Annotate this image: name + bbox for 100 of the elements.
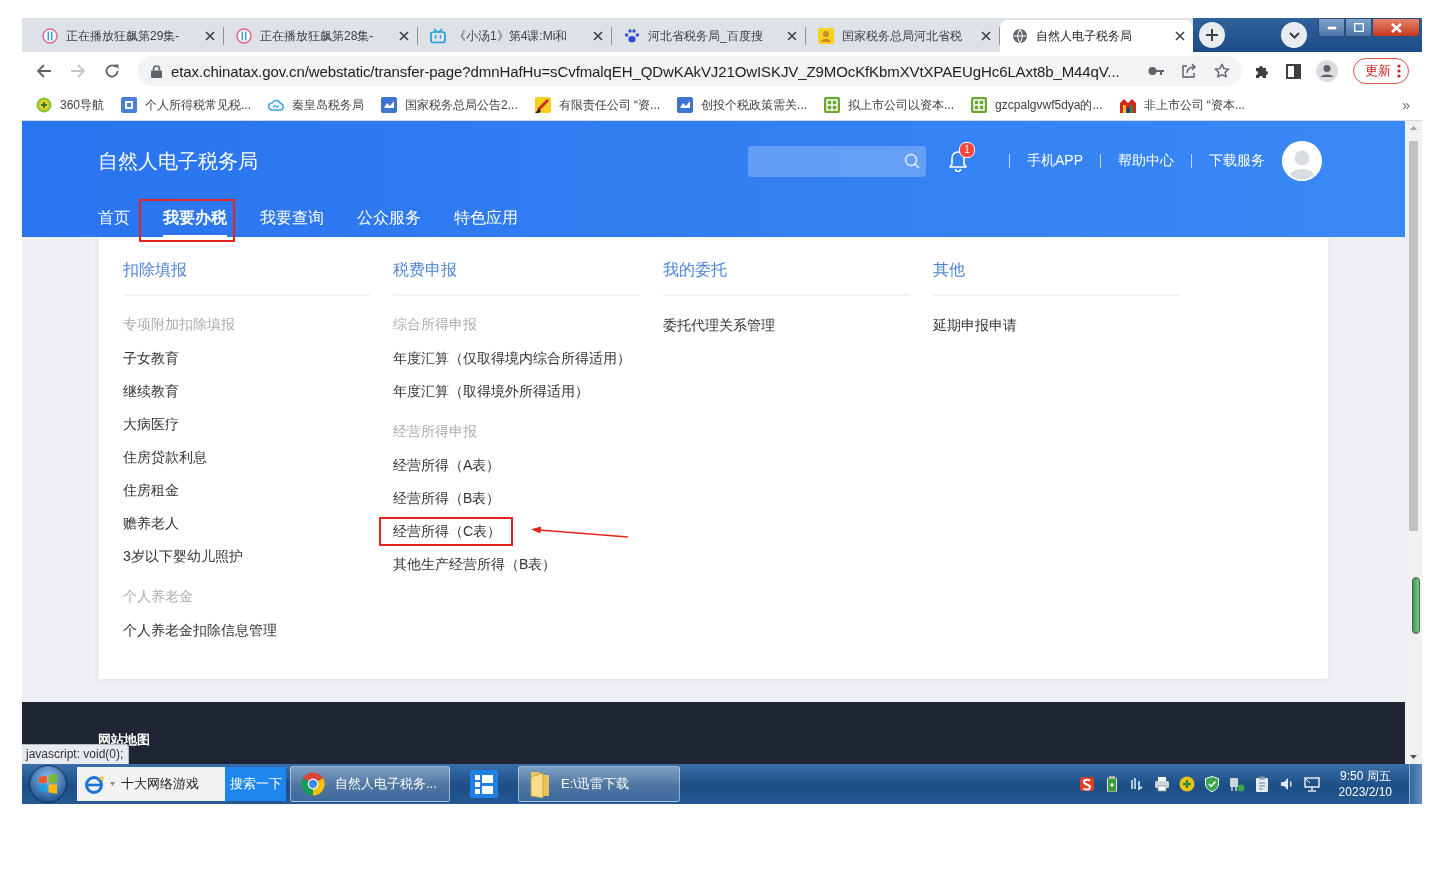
- menu-link[interactable]: 住房贷款利息: [123, 447, 207, 466]
- bookmark[interactable]: 国家税务总局公告2...: [381, 96, 518, 114]
- paw-icon: [624, 28, 640, 44]
- round-logo-icon: [236, 28, 252, 44]
- bookmark[interactable]: gzcpalgvwf5dya的...: [971, 96, 1103, 114]
- menu-link[interactable]: 经营所得（B表）: [393, 488, 501, 507]
- clock-time[interactable]: 9:50 周五: [1339, 768, 1391, 784]
- menu-link[interactable]: 子女教育: [123, 348, 179, 367]
- menu-link[interactable]: 经营所得（A表）: [393, 455, 501, 474]
- monitor-icon[interactable]: [1303, 776, 1320, 792]
- menu-link[interactable]: 赡养老人: [123, 513, 179, 532]
- bookmark[interactable]: 有限责任公司 “资...: [534, 96, 661, 114]
- maximize-icon: [1353, 23, 1364, 32]
- tile-icon: [971, 97, 988, 113]
- close-button[interactable]: [1372, 18, 1420, 37]
- search-button[interactable]: 搜索一下: [225, 767, 286, 801]
- building-icon: [1119, 97, 1136, 113]
- key-icon[interactable]: [1148, 66, 1164, 76]
- bookmark[interactable]: 360导航: [36, 96, 105, 114]
- close-icon[interactable]: [593, 31, 603, 41]
- column-title: 其他: [933, 237, 1180, 296]
- browser-tab[interactable]: 正在播放狂飙第28集-: [224, 20, 417, 52]
- group-heading: 专项附加扣除填报: [123, 315, 235, 334]
- scrollbar-track[interactable]: [1405, 121, 1422, 764]
- scrollbar-thumb[interactable]: [1409, 141, 1418, 531]
- clipboard-icon[interactable]: [1253, 776, 1270, 792]
- share-icon[interactable]: [1181, 63, 1197, 79]
- more-vert-icon: [1397, 64, 1401, 78]
- close-icon[interactable]: [981, 31, 991, 41]
- shield-icon[interactable]: [1203, 776, 1220, 792]
- star-icon[interactable]: [1214, 63, 1230, 79]
- close-icon[interactable]: [205, 31, 215, 41]
- avatar[interactable]: [1282, 141, 1322, 181]
- minimize-button[interactable]: [1318, 18, 1345, 37]
- s-logo-icon[interactable]: [1078, 776, 1095, 792]
- speaker-icon[interactable]: [1278, 776, 1295, 792]
- folder-icon: [529, 770, 551, 798]
- browser-tab[interactable]: 国家税务总局河北省税: [806, 20, 999, 52]
- menu-link[interactable]: 委托代理关系管理: [663, 315, 775, 334]
- close-icon[interactable]: [399, 31, 409, 41]
- nav-tab[interactable]: 特色应用: [454, 201, 518, 237]
- browser-tab[interactable]: 自然人电子税务局: [1000, 20, 1193, 52]
- close-icon: [1390, 22, 1402, 33]
- menu-link[interactable]: 年度汇算（取得境外所得适用）: [393, 381, 589, 400]
- search-field[interactable]: [748, 145, 926, 177]
- sidebar-icon[interactable]: [1286, 63, 1301, 79]
- address-bar[interactable]: etax.chinatax.gov.cn/webstatic/transfer-page?dmnHafHu=sCvfmalqEH_QDwKAkVJ21OwISKJV_Z9MOcKfKbmXVtXPAEUgHc6LAxt8b_M44qV...: [137, 56, 1242, 86]
- browser-tab[interactable]: 《小汤1》第4课:Mi和: [418, 20, 611, 52]
- floating-handle[interactable]: [1412, 577, 1420, 634]
- notification-badge: 1: [959, 142, 975, 158]
- reload-icon[interactable]: [104, 63, 120, 79]
- header-link[interactable]: 帮助中心: [1118, 152, 1174, 170]
- menu-link[interactable]: 继续教育: [123, 381, 179, 400]
- bookmark[interactable]: 创投个税政策需关...: [677, 96, 808, 114]
- taskbar-window-button[interactable]: 自然人电子税务...: [290, 766, 450, 802]
- plus-circle-icon[interactable]: [1178, 776, 1195, 792]
- profile-icon[interactable]: [1316, 60, 1338, 82]
- back-arrow-icon[interactable]: [36, 63, 52, 79]
- search-field[interactable]: 十大网络游戏: [77, 767, 225, 801]
- column-title: 我的委托: [663, 237, 910, 296]
- nav-tab[interactable]: 首页: [98, 201, 130, 237]
- menu-link[interactable]: 住房租金: [123, 480, 179, 499]
- menu-link[interactable]: 3岁以下婴幼儿照护: [123, 546, 243, 565]
- plug-icon[interactable]: [1228, 776, 1245, 792]
- close-icon[interactable]: [787, 31, 797, 41]
- site-title: 自然人电子税务局: [98, 148, 258, 174]
- e-logo-icon: [84, 774, 104, 794]
- orb-icon: [29, 765, 67, 803]
- start-button[interactable]: [26, 764, 70, 804]
- taskbar-window-button[interactable]: E:\迅雷下载: [518, 766, 680, 802]
- menu-link[interactable]: 经营所得（C表）: [393, 521, 502, 540]
- browser-tab[interactable]: 正在播放狂飙第29集-: [30, 20, 223, 52]
- clock-date[interactable]: 2023/2/10: [1338, 784, 1392, 800]
- tile-icon: [381, 97, 398, 113]
- group-heading: 综合所得申报: [393, 315, 477, 334]
- bars-icon[interactable]: [1128, 776, 1145, 792]
- bookmark[interactable]: 个人所得税常见税...: [121, 96, 252, 114]
- nav-tab[interactable]: 公众服务: [357, 201, 421, 237]
- menu-link[interactable]: 其他生产经营所得（B表）: [393, 554, 557, 573]
- bookmark[interactable]: 拟上市公司以资本...: [824, 96, 955, 114]
- maximize-button[interactable]: [1345, 18, 1372, 37]
- header-link[interactable]: 下载服务: [1209, 152, 1265, 170]
- update-button[interactable]: 更新: [1353, 58, 1409, 84]
- menu-link[interactable]: 年度汇算（仅取得境内综合所得适用）: [393, 348, 631, 367]
- round-logo-icon: [42, 28, 58, 44]
- close-icon[interactable]: [1175, 31, 1185, 41]
- nav-tab[interactable]: 我要查询: [260, 201, 324, 237]
- browser-tab[interactable]: 河北省税务局_百度搜: [612, 20, 805, 52]
- menu-link[interactable]: 延期申报申请: [933, 315, 1017, 334]
- bookmark[interactable]: 非上市公司 “资本...: [1119, 96, 1245, 114]
- menu-link[interactable]: 个人养老金扣除信息管理: [123, 620, 277, 639]
- bookmark[interactable]: 秦皇岛税务局: [268, 96, 365, 114]
- printer-icon[interactable]: [1153, 776, 1170, 792]
- bookmarks-more-button[interactable]: »: [1402, 97, 1410, 113]
- header-link[interactable]: 手机APP: [1027, 152, 1083, 170]
- plus-icon: [1205, 28, 1219, 42]
- new-tab-button[interactable]: [1199, 22, 1225, 48]
- menu-link[interactable]: 大病医疗: [123, 414, 179, 433]
- tab-search-button[interactable]: [1281, 22, 1307, 48]
- emblem-icon: [818, 28, 834, 44]
